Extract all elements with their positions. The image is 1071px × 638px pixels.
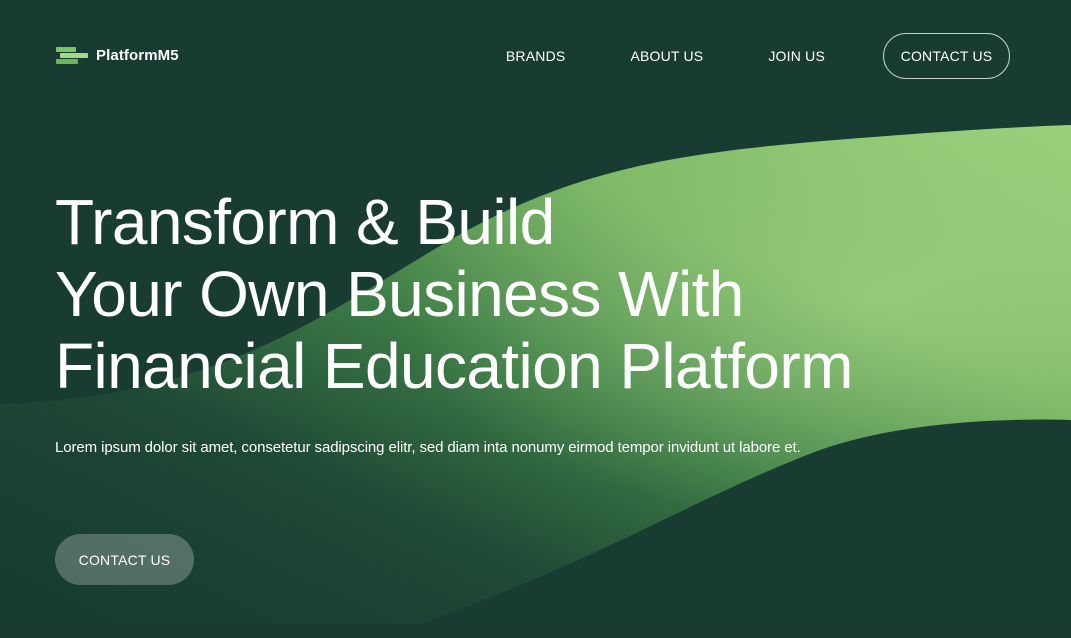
hero-contact-label: CONTACT US bbox=[78, 551, 171, 568]
hero-title-line-3: Financial Education Platform bbox=[55, 330, 853, 402]
nav-contact-label: CONTACT US bbox=[900, 48, 993, 64]
stacked-bars-logo-icon bbox=[56, 44, 88, 66]
brand-logo[interactable]: PlatformM5 bbox=[56, 44, 179, 66]
nav-link-join-us[interactable]: JOIN US bbox=[768, 48, 825, 64]
top-nav: BRANDS ABOUT US JOIN US CONTACT US bbox=[506, 33, 1010, 79]
hero-subtitle: Lorem ipsum dolor sit amet, consetetur s… bbox=[55, 439, 801, 456]
hero-title: Transform & Build Your Own Business With… bbox=[55, 186, 853, 402]
brand-name: PlatformM5 bbox=[96, 46, 179, 64]
hero-contact-button[interactable]: CONTACT US bbox=[55, 534, 194, 585]
landing-page: PlatformM5 BRANDS ABOUT US JOIN US CONTA… bbox=[0, 0, 1071, 638]
nav-link-brands[interactable]: BRANDS bbox=[506, 48, 566, 64]
bottom-band bbox=[0, 624, 1071, 638]
nav-link-about-us[interactable]: ABOUT US bbox=[630, 48, 703, 64]
nav-contact-button[interactable]: CONTACT US bbox=[883, 33, 1010, 79]
hero-title-line-1: Transform & Build bbox=[55, 186, 555, 258]
hero-title-line-2: Your Own Business With bbox=[55, 258, 744, 330]
